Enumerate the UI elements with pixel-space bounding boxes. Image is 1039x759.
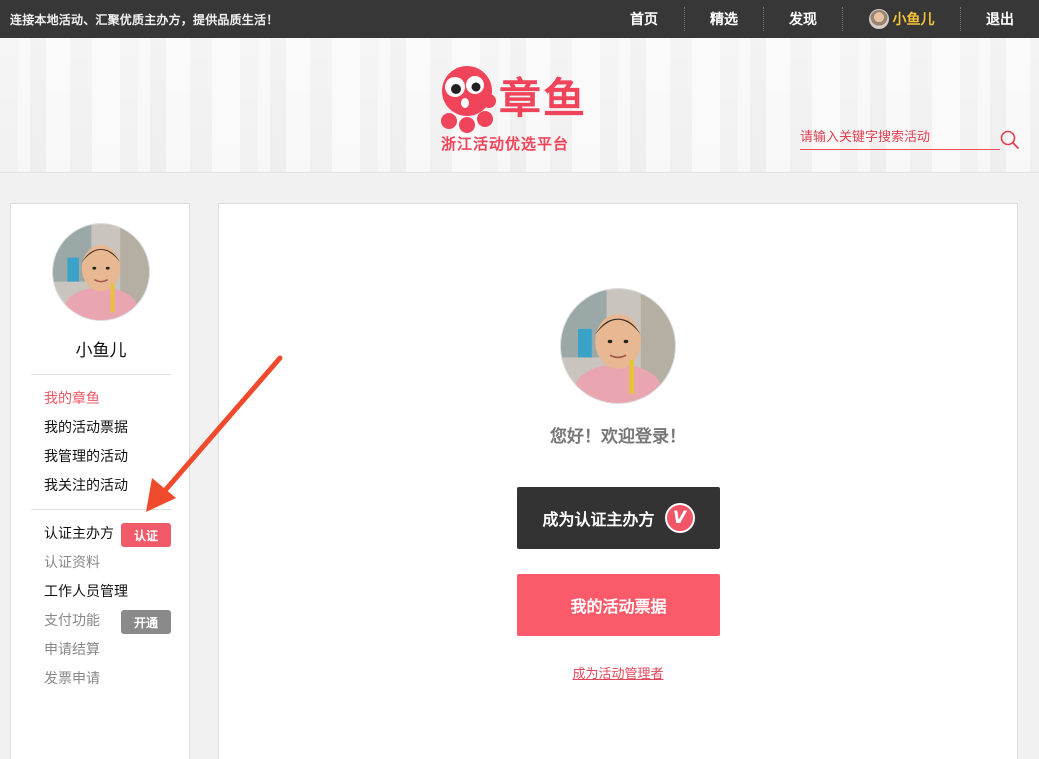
user-photo — [53, 224, 149, 320]
user-avatar-small — [868, 9, 889, 29]
logout-link[interactable]: 退出 — [961, 0, 1039, 38]
site-slogan: 连接本地活动、汇聚优质主办方，提供品质生活！ — [10, 13, 279, 27]
become-organizer-button[interactable]: 成为认证主办方 V — [517, 487, 720, 549]
site-header: 章鱼 浙江活动优选平台 — [0, 38, 1039, 173]
top-bar: 连接本地活动、汇聚优质主办方，提供品质生活！ 首页 精选 发现 小鱼儿 退出 — [0, 0, 1039, 38]
sidebar-item-followed-events[interactable]: 我关注的活动 — [44, 475, 128, 495]
verified-v-icon: V — [664, 503, 695, 533]
search-box — [800, 126, 1020, 152]
sidebar-divider — [31, 374, 171, 375]
sidebar-item-invoice[interactable]: 发票申请 — [44, 668, 100, 688]
welcome-message: 您好！欢迎登录！ — [550, 427, 686, 447]
nav-discover[interactable]: 发现 — [764, 0, 842, 38]
user-photo — [561, 289, 675, 403]
sidebar-divider — [31, 509, 171, 510]
sidebar-item-managed-events[interactable]: 我管理的活动 — [44, 446, 128, 466]
certify-badge-button[interactable]: 认证 — [121, 523, 171, 547]
nav-home[interactable]: 首页 — [604, 0, 684, 38]
sidebar-item-settlement[interactable]: 申请结算 — [44, 639, 100, 659]
become-organizer-label: 成为认证主办方 — [542, 510, 655, 529]
nav-featured[interactable]: 精选 — [685, 0, 763, 38]
user-sidebar: 小鱼儿 我的章鱼 我的活动票据 我管理的活动 我关注的活动 认证主办方 认证 认… — [10, 203, 190, 759]
top-nav: 首页 精选 发现 小鱼儿 退出 — [604, 0, 1039, 38]
search-icon[interactable] — [1000, 130, 1020, 150]
sidebar-item-staff-management[interactable]: 工作人员管理 — [44, 581, 128, 601]
octopus-logo-icon — [441, 66, 496, 133]
my-tickets-button[interactable]: 我的活动票据 — [517, 574, 720, 636]
main-panel: 您好！欢迎登录！ 成为认证主办方 V 我的活动票据 成为活动管理者 — [218, 203, 1018, 759]
sidebar-item-payment[interactable]: 支付功能 — [44, 610, 100, 630]
open-payment-button[interactable]: 开通 — [121, 610, 171, 634]
user-avatar — [52, 223, 150, 321]
sidebar-user-name: 小鱼儿 — [75, 341, 127, 361]
sidebar-item-my-tickets[interactable]: 我的活动票据 — [44, 417, 128, 437]
sidebar-item-my-octopus[interactable]: 我的章鱼 — [44, 388, 100, 408]
nav-user-menu[interactable]: 小鱼儿 — [843, 0, 960, 38]
search-input[interactable] — [800, 126, 1000, 150]
site-logo[interactable]: 章鱼 浙江活动优选平台 — [437, 65, 607, 160]
become-admin-link[interactable]: 成为活动管理者 — [219, 663, 1017, 682]
welcome-avatar — [560, 288, 676, 404]
sidebar-item-certification-info[interactable]: 认证资料 — [44, 552, 100, 572]
logo-subtitle: 浙江活动优选平台 — [441, 135, 570, 153]
logo-title: 章鱼 — [499, 74, 588, 123]
sidebar-item-certify-organizer[interactable]: 认证主办方 — [44, 523, 114, 543]
nav-user-name: 小鱼儿 — [892, 12, 935, 28]
